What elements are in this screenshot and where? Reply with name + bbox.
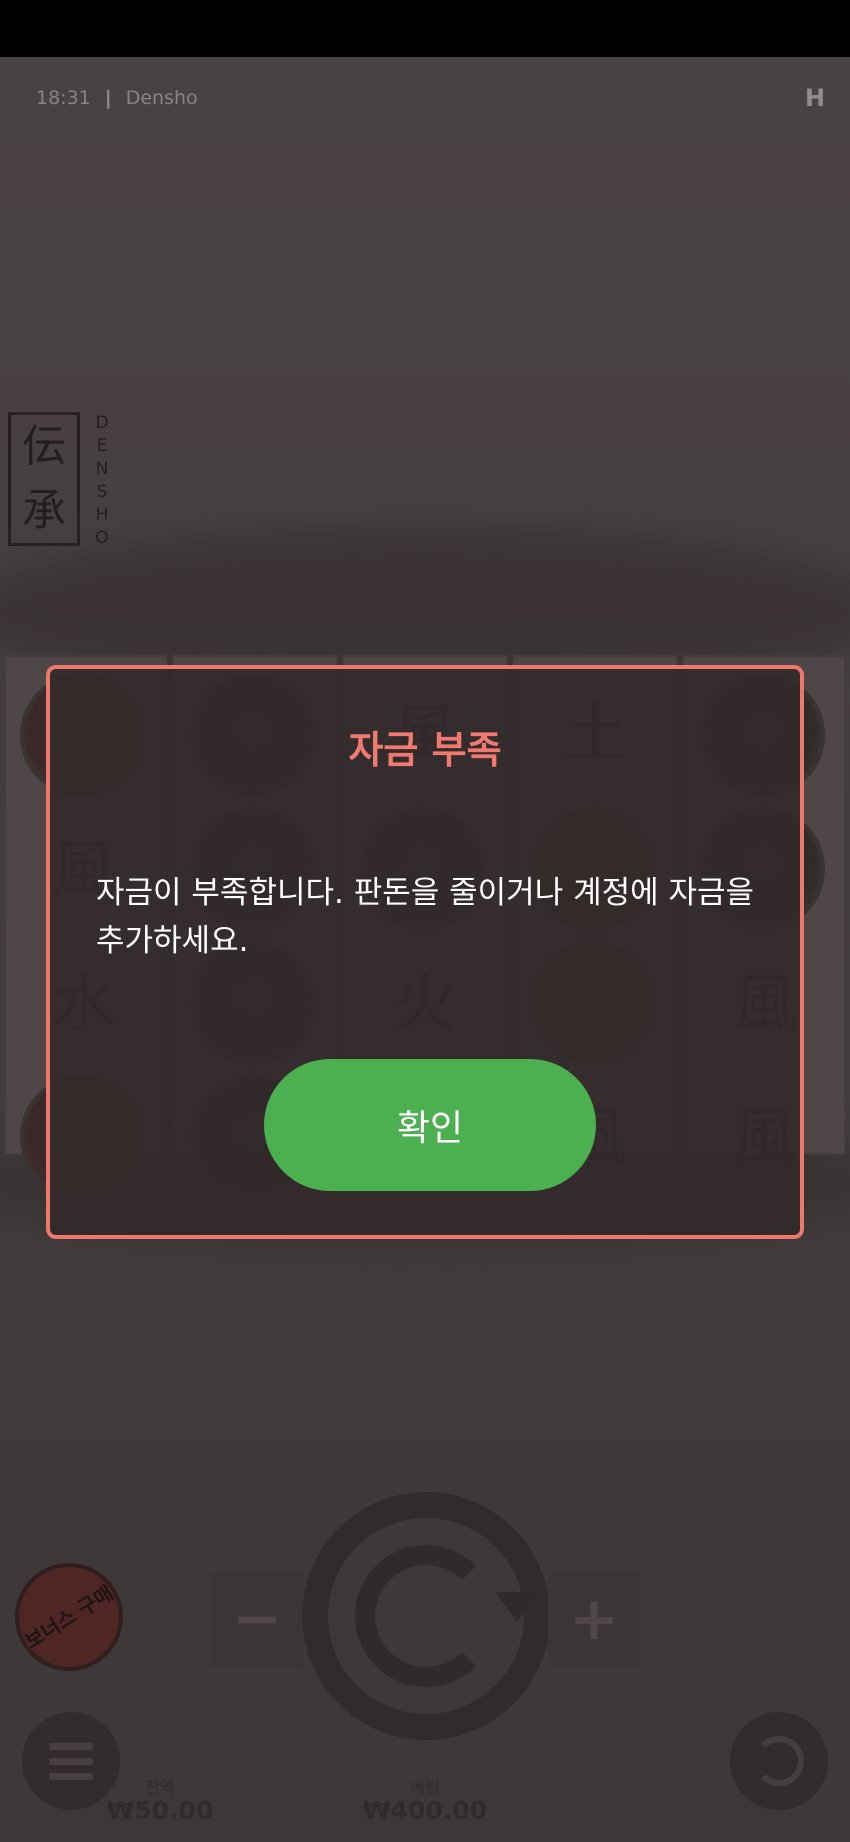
dialog-message: 자금이 부족합니다. 판돈을 줄이거나 계정에 자금을 추가하세요. bbox=[96, 875, 755, 959]
dialog-title: 자금 부족 bbox=[348, 728, 502, 772]
insufficient-funds-dialog: 자금 부족 자금이 부족합니다. 판돈을 줄이거나 계정에 자금을 추가하세요.… bbox=[46, 665, 804, 1239]
system-status-bar bbox=[0, 0, 850, 57]
confirm-button[interactable]: 확인 bbox=[264, 1059, 596, 1191]
